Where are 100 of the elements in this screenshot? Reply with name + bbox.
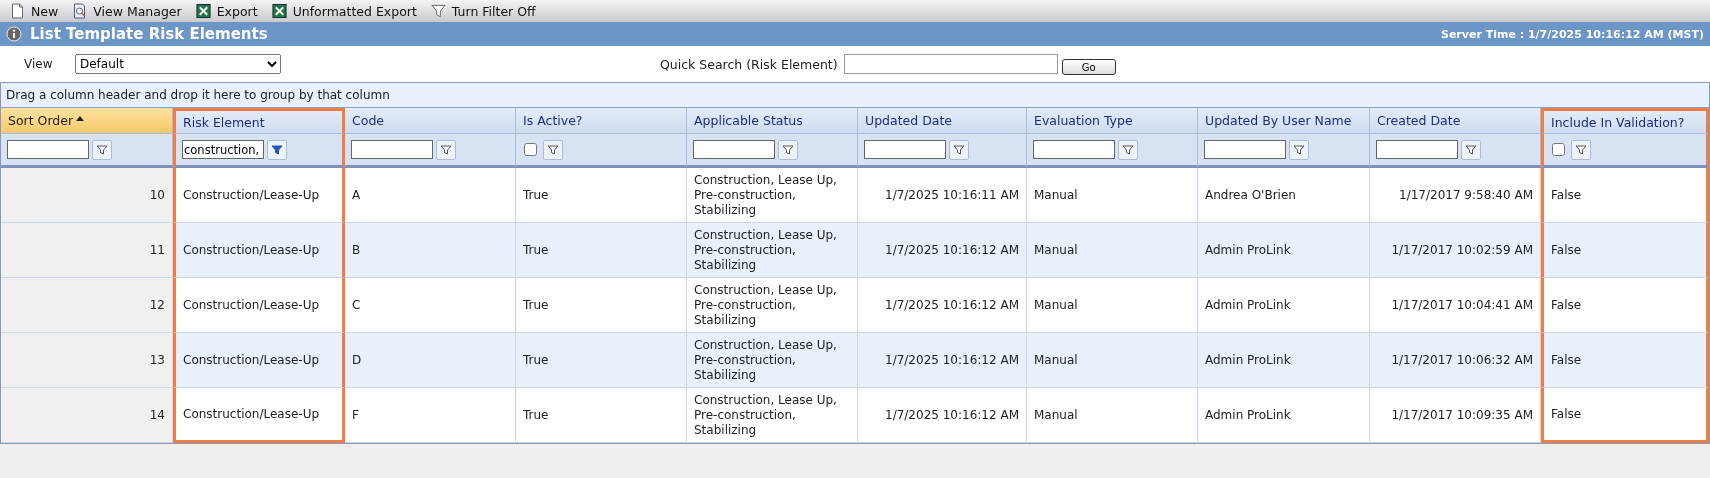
- table-cell: Manual: [1027, 388, 1198, 443]
- filter-field[interactable]: [864, 140, 946, 159]
- filter-button[interactable]: [436, 139, 456, 160]
- filter-field[interactable]: [1204, 140, 1286, 159]
- table-cell: Construction/Lease-Up: [173, 388, 345, 443]
- table-cell: Construction, Lease Up, Pre-construction, Stabilizing: [687, 168, 858, 223]
- filter-button[interactable]: [778, 139, 798, 160]
- filter-checkbox[interactable]: [1552, 143, 1565, 156]
- toolbar-button[interactable]: Export: [191, 3, 262, 19]
- server-time: Server Time : 1/7/2025 10:16:12 AM (MST): [1441, 27, 1704, 41]
- column-header[interactable]: Created Date: [1370, 108, 1541, 134]
- page-title: List Template Risk Elements: [30, 25, 268, 43]
- group-hint: Drag a column header and drop it here to group by that column: [6, 88, 390, 102]
- filter-button[interactable]: [1461, 139, 1481, 160]
- filter-field[interactable]: [1033, 140, 1115, 159]
- table-cell: 12: [1, 278, 173, 333]
- filter-icon: [1465, 143, 1477, 156]
- table-cell: Manual: [1027, 168, 1198, 223]
- table-cell: Manual: [1027, 333, 1198, 388]
- info-icon: [6, 26, 22, 42]
- table-cell: Construction, Lease Up, Pre-construction, Stabilizing: [687, 278, 858, 333]
- table-cell: Construction, Lease Up, Pre-construction, Stabilizing: [687, 388, 858, 443]
- filter-button[interactable]: [949, 139, 969, 160]
- table-cell: Admin ProLink: [1198, 278, 1370, 333]
- filter-field[interactable]: [351, 140, 433, 159]
- filter-button[interactable]: [1289, 139, 1309, 160]
- column-header[interactable]: Updated Date: [858, 108, 1027, 134]
- filter-field[interactable]: construction,: [182, 140, 264, 159]
- go-button[interactable]: Go: [1061, 59, 1116, 75]
- column-header[interactable]: Include In Validation?: [1541, 108, 1709, 134]
- toolbar-button[interactable]: New: [6, 3, 63, 19]
- table-cell: True: [516, 168, 687, 223]
- table-cell: 13: [1, 333, 173, 388]
- column-header[interactable]: Is Active?: [516, 108, 687, 134]
- filter-icon: [1293, 143, 1305, 156]
- column-header[interactable]: Updated By User Name: [1198, 108, 1370, 134]
- table-cell: Manual: [1027, 278, 1198, 333]
- table-cell: True: [516, 388, 687, 443]
- table-cell: 1/17/2017 9:58:40 AM: [1370, 168, 1541, 223]
- filter-button[interactable]: [543, 139, 563, 160]
- toolbar-button[interactable]: Unformatted Export: [267, 3, 421, 19]
- column-header[interactable]: Sort Order: [1, 108, 173, 134]
- table-cell: A: [345, 168, 516, 223]
- filter-field[interactable]: [1376, 140, 1458, 159]
- table-cell: 1/17/2017 10:06:32 AM: [1370, 333, 1541, 388]
- table-cell: 11: [1, 223, 173, 278]
- filter-icon: [1122, 143, 1134, 156]
- filter-button[interactable]: [92, 139, 112, 160]
- table-cell: False: [1541, 278, 1709, 333]
- table-cell: Construction/Lease-Up: [173, 278, 345, 333]
- table-cell: Construction/Lease-Up: [173, 223, 345, 278]
- filter-button[interactable]: [1118, 139, 1138, 160]
- table-cell: F: [345, 388, 516, 443]
- toolbar-button[interactable]: Turn Filter Off: [426, 3, 540, 19]
- spreadsheet-icon: [195, 3, 211, 19]
- table-cell: 1/17/2017 10:02:59 AM: [1370, 223, 1541, 278]
- filter-button[interactable]: [1571, 139, 1591, 160]
- table-cell: Construction/Lease-Up: [173, 168, 345, 223]
- table-cell: Construction, Lease Up, Pre-construction, Stabilizing: [687, 223, 858, 278]
- table-cell: True: [516, 223, 687, 278]
- table-cell: False: [1541, 333, 1709, 388]
- table-cell: C: [345, 278, 516, 333]
- filter-icon: [547, 143, 559, 156]
- column-header[interactable]: Risk Element: [173, 108, 345, 134]
- filter-icon: [782, 143, 794, 156]
- table-cell: False: [1541, 388, 1709, 443]
- table-cell: 1/7/2025 10:16:11 AM: [858, 168, 1027, 223]
- table-cell: Construction, Lease Up, Pre-construction, Stabilizing: [687, 333, 858, 388]
- filter-field[interactable]: [7, 140, 89, 159]
- filter-icon: [96, 143, 108, 156]
- table-cell: 10: [1, 168, 173, 223]
- column-header[interactable]: Applicable Status: [687, 108, 858, 134]
- table-cell: D: [345, 333, 516, 388]
- table-cell: 1/7/2025 10:16:12 AM: [858, 333, 1027, 388]
- filter-icon: [271, 143, 283, 156]
- filter-icon: [1575, 143, 1587, 156]
- table-cell: B: [345, 223, 516, 278]
- table-cell: 1/17/2017 10:04:41 AM: [1370, 278, 1541, 333]
- filter-checkbox[interactable]: [524, 143, 537, 156]
- spreadsheet-icon: [271, 3, 287, 19]
- filter-button[interactable]: [267, 139, 287, 160]
- quick-search-field[interactable]: [843, 54, 1058, 74]
- quick-search-label: Quick Search (Risk Element): [660, 56, 838, 72]
- table-cell: False: [1541, 168, 1709, 223]
- filter-icon: [430, 3, 446, 19]
- filter-field[interactable]: [693, 140, 775, 159]
- sort-ascending-icon: [76, 115, 85, 121]
- table-cell: 1/17/2017 10:09:35 AM: [1370, 388, 1541, 443]
- table-cell: Andrea O'Brien: [1198, 168, 1370, 223]
- toolbar-button[interactable]: View Manager: [68, 3, 186, 19]
- column-header[interactable]: Code: [345, 108, 516, 134]
- view-dropdown[interactable]: Default: [75, 54, 281, 74]
- table-cell: True: [516, 333, 687, 388]
- table-cell: Admin ProLink: [1198, 223, 1370, 278]
- column-header[interactable]: Evaluation Type: [1027, 108, 1198, 134]
- view-label: View: [24, 57, 54, 71]
- table-cell: 1/7/2025 10:16:12 AM: [858, 278, 1027, 333]
- table-cell: Admin ProLink: [1198, 388, 1370, 443]
- table-cell: 14: [1, 388, 173, 443]
- table-cell: Admin ProLink: [1198, 333, 1370, 388]
